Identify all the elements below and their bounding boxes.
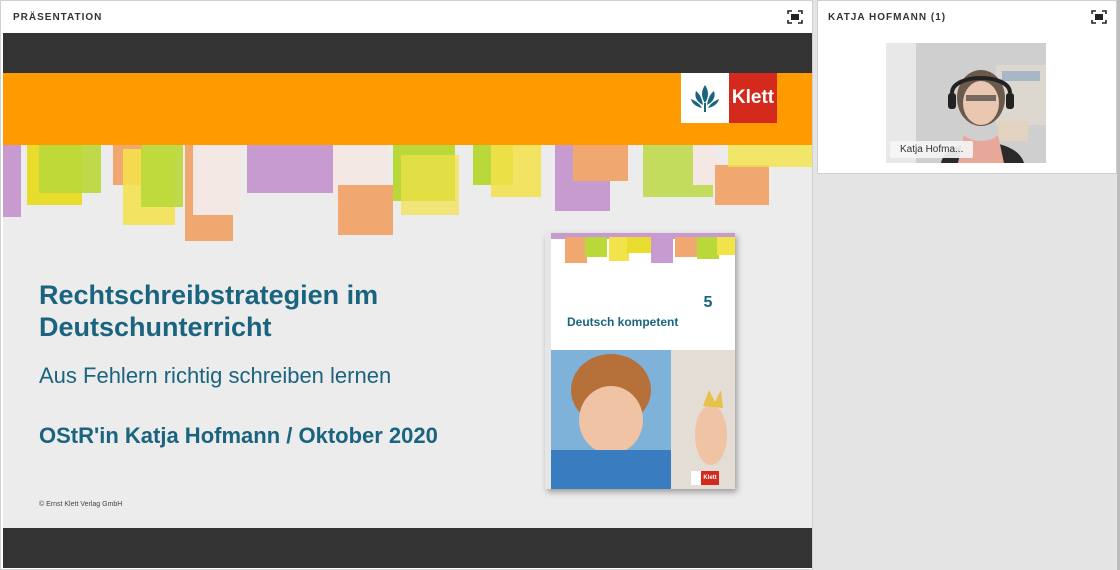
- book-cover-banner: [551, 233, 735, 263]
- video-pod-title: KATJA HOFMANN (1): [828, 11, 947, 23]
- video-pod-header: KATJA HOFMANN (1): [818, 1, 1116, 33]
- klett-logo-text: Klett: [729, 73, 777, 123]
- participant-name-label: Katja Hofma...: [890, 141, 974, 158]
- book-title: Deutsch kompetent: [567, 315, 679, 329]
- slide-copyright: © Ernst Klett Verlag GmbH: [39, 501, 123, 508]
- slide: Klett Rechtschreibstrategien im Deutschu…: [3, 73, 812, 528]
- book-cover: 5 Deutsch kompetent Klett: [545, 233, 735, 489]
- book-number: 5: [697, 288, 719, 318]
- book-klett-logo-text: Klett: [701, 471, 719, 485]
- maximize-icon: [787, 10, 803, 24]
- slide-subtitle: Aus Fehlern richtig schreiben lernen: [39, 363, 392, 388]
- book-cover-photo: [551, 350, 735, 489]
- presentation-pod: PRÄSENTATION Klett Rechtschreibstrategie…: [0, 0, 813, 570]
- slide-author: OStR'in Katja Hofmann / Oktober 2020: [39, 423, 438, 448]
- book-klett-logo: Klett: [691, 471, 719, 485]
- participant-video[interactable]: Katja Hofma...: [886, 43, 1046, 163]
- presentation-pod-title: PRÄSENTATION: [13, 11, 103, 23]
- slide-title: Rechtschreibstrategien im Deutschunterri…: [39, 280, 379, 342]
- video-pod: KATJA HOFMANN (1) Katja Hofma...: [817, 0, 1117, 174]
- klett-logo: Klett: [681, 73, 777, 123]
- klett-leaf-icon: [691, 85, 719, 112]
- slide-viewport: Klett Rechtschreibstrategien im Deutschu…: [3, 33, 812, 568]
- presentation-pod-header: PRÄSENTATION: [1, 1, 812, 33]
- maximize-icon: [1091, 10, 1107, 24]
- video-maximize-button[interactable]: [1090, 8, 1108, 26]
- presentation-maximize-button[interactable]: [786, 8, 804, 26]
